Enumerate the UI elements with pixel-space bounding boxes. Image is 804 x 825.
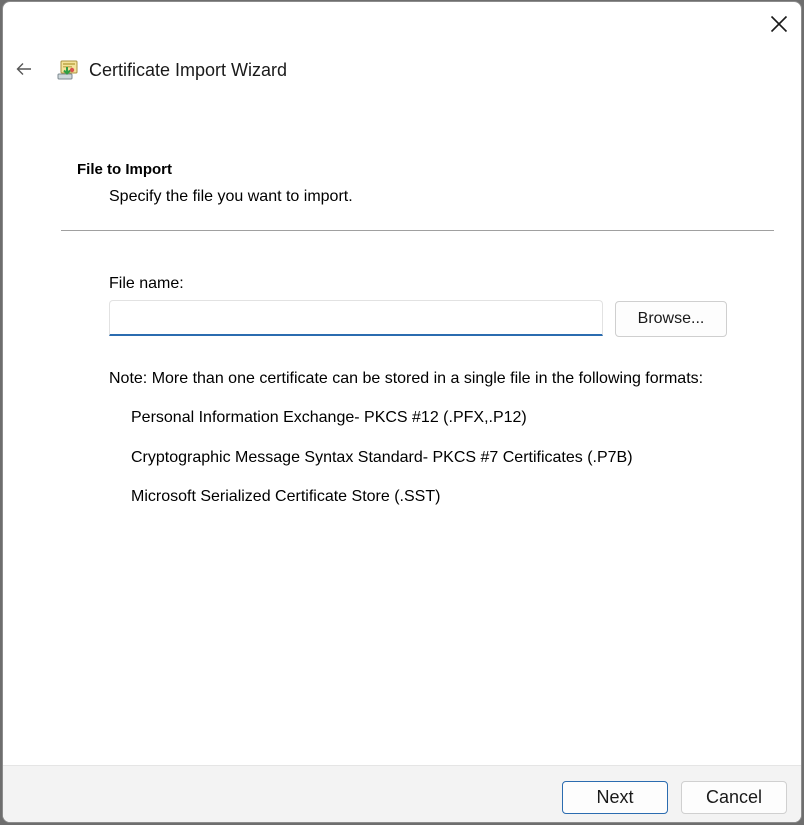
file-name-label: File name: [109,275,184,292]
browse-button[interactable]: Browse... [615,301,727,337]
section-title: File to Import [77,161,172,178]
next-button[interactable]: Next [562,781,668,814]
section-subtitle: Specify the file you want to import. [109,188,353,205]
cancel-button[interactable]: Cancel [681,781,787,814]
formats-note: Note: More than one certificate can be s… [109,370,704,387]
back-button[interactable] [9,54,39,84]
format-item-pfx: Personal Information Exchange- PKCS #12 … [131,409,527,426]
format-item-p7b: Cryptographic Message Syntax Standard- P… [131,449,633,466]
footer-bar: Next Cancel [3,765,801,822]
back-arrow-icon [16,63,31,75]
file-name-input[interactable] [109,300,603,336]
format-item-sst: Microsoft Serialized Certificate Store (… [131,488,441,505]
close-button[interactable] [759,4,799,44]
wizard-title: Certificate Import Wizard [89,60,288,80]
header-divider [61,230,774,231]
wizard-window: Certificate Import Wizard File to Import… [2,1,802,823]
certificate-icon [57,58,81,82]
close-icon [770,15,788,33]
